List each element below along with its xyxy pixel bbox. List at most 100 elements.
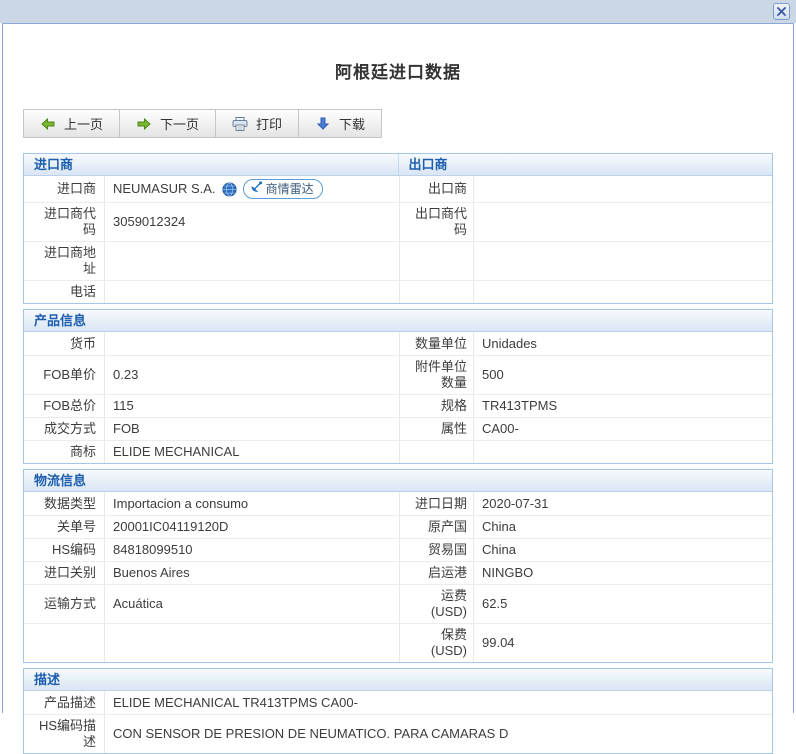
table-row: 进口商代码3059012324出口商代码 — [24, 202, 772, 241]
field-label: 进口关别 — [24, 562, 104, 584]
section-header-importer-exporter: 进口商出口商 — [24, 154, 772, 176]
field-label: 保费(USD) — [399, 624, 473, 662]
radar-icon — [250, 181, 263, 197]
sections-container: 进口商出口商进口商NEUMASUR S.A.商情雷达出口商进口商代码305901… — [3, 153, 793, 754]
section-logistics-info: 物流信息数据类型Importacion a consumo进口日期2020-07… — [23, 469, 773, 663]
field-label: 原产国 — [399, 516, 473, 538]
field-label: 进口日期 — [399, 492, 473, 515]
field-label: HS编码 — [24, 539, 104, 561]
table-row: FOB单价0.23附件单位数量500 — [24, 355, 772, 394]
field-label: FOB单价 — [24, 364, 104, 386]
field-value: 99.04 — [473, 624, 772, 662]
field-value — [104, 242, 399, 280]
field-label: 关单号 — [24, 516, 104, 538]
field-value: 115 — [104, 395, 399, 417]
field-label: 进口商代码 — [24, 203, 104, 241]
table-row: 货币数量单位Unidades — [24, 332, 772, 355]
toolbar-button-label: 上一页 — [64, 114, 103, 133]
field-value: 3059012324 — [104, 203, 399, 241]
toolbar-button-label: 下一页 — [160, 114, 199, 133]
field-value — [473, 242, 772, 280]
field-value: NEUMASUR S.A.商情雷达 — [104, 176, 399, 202]
section-product-info: 产品信息货币数量单位UnidadesFOB单价0.23附件单位数量500FOB总… — [23, 309, 773, 464]
toolbar-button-label: 下载 — [339, 114, 365, 133]
table-row: 进口商地址 — [24, 241, 772, 280]
table-row: 电话 — [24, 280, 772, 303]
table-row: 商标ELIDE MECHANICAL — [24, 440, 772, 463]
toolbar: 上一页 下一页打印 下载 — [23, 109, 793, 138]
field-label: 出口商 — [399, 176, 473, 202]
field-value: Buenos Aires — [104, 562, 399, 584]
toolbar-button-next-page[interactable]: 下一页 — [119, 109, 216, 138]
table-row: 产品描述ELIDE MECHANICAL TR413TPMS CA00- — [24, 691, 772, 714]
close-icon[interactable] — [773, 3, 790, 20]
field-value: 62.5 — [473, 585, 772, 623]
field-label: 产品描述 — [24, 692, 104, 714]
field-value: CON SENSOR DE PRESION DE NEUMATICO. PARA… — [104, 715, 772, 753]
section-header-description: 描述 — [24, 669, 772, 691]
field-value: 0.23 — [104, 356, 399, 394]
field-value: FOB — [104, 418, 399, 440]
toolbar-button-prev-page[interactable]: 上一页 — [23, 109, 120, 138]
field-value: China — [473, 516, 772, 538]
arrow-right-icon — [136, 118, 152, 130]
field-value: 2020-07-31 — [473, 492, 772, 515]
window-titlebar — [0, 0, 796, 23]
field-label: 电话 — [24, 281, 104, 303]
radar-badge-link[interactable]: 商情雷达 — [243, 179, 323, 199]
toolbar-button-print[interactable]: 打印 — [215, 109, 299, 138]
arrow-left-icon — [40, 118, 56, 130]
section-header-product-info: 产品信息 — [24, 310, 772, 332]
field-value: 500 — [473, 356, 772, 394]
field-value: NINGBO — [473, 562, 772, 584]
page-title: 阿根廷进口数据 — [3, 24, 793, 83]
field-label: 附件单位数量 — [399, 356, 473, 394]
table-row: 保费(USD)99.04 — [24, 623, 772, 662]
table-row: HS编码描述CON SENSOR DE PRESION DE NEUMATICO… — [24, 714, 772, 753]
field-label: 出口商代码 — [399, 203, 473, 241]
field-value: Unidades — [473, 332, 772, 355]
field-label: 运输方式 — [24, 593, 104, 615]
field-label: 数量单位 — [399, 332, 473, 355]
section-importer-exporter: 进口商出口商进口商NEUMASUR S.A.商情雷达出口商进口商代码305901… — [23, 153, 773, 304]
field-value: Acuática — [104, 585, 399, 623]
section-title: 产品信息 — [24, 310, 772, 331]
field-label: 商标 — [24, 441, 104, 463]
section-description: 描述产品描述ELIDE MECHANICAL TR413TPMS CA00-HS… — [23, 668, 773, 754]
field-label: 进口商地址 — [24, 242, 104, 280]
table-row: 成交方式FOB属性CA00- — [24, 417, 772, 440]
field-label: 贸易国 — [399, 539, 473, 561]
section-header-logistics-info: 物流信息 — [24, 470, 772, 492]
field-label: FOB总价 — [24, 395, 104, 417]
field-label: 成交方式 — [24, 418, 104, 440]
globe-icon[interactable] — [222, 182, 237, 197]
field-value: TR413TPMS — [473, 395, 772, 417]
table-row: FOB总价115规格TR413TPMS — [24, 394, 772, 417]
table-row: 关单号20001IC04119120D原产国China — [24, 515, 772, 538]
field-value: 84818099510 — [104, 539, 399, 561]
field-label: HS编码描述 — [24, 715, 104, 753]
radar-badge-label: 商情雷达 — [266, 181, 314, 197]
table-row: HS编码84818099510贸易国China — [24, 538, 772, 561]
field-value — [104, 624, 399, 662]
field-label: 属性 — [399, 418, 473, 440]
field-label — [399, 242, 473, 280]
field-value — [104, 281, 399, 303]
field-label — [399, 281, 473, 303]
toolbar-button-download[interactable]: 下载 — [298, 109, 382, 138]
table-row: 进口关别Buenos Aires启运港NINGBO — [24, 561, 772, 584]
field-label: 规格 — [399, 395, 473, 417]
field-value: China — [473, 539, 772, 561]
field-value: 20001IC04119120D — [104, 516, 399, 538]
field-value — [473, 281, 772, 303]
section-title: 出口商 — [398, 154, 773, 175]
field-value — [473, 441, 772, 463]
field-label: 进口商 — [24, 178, 104, 200]
table-row: 运输方式Acuática运费(USD)62.5 — [24, 584, 772, 623]
field-label: 启运港 — [399, 562, 473, 584]
field-value: Importacion a consumo — [104, 492, 399, 515]
field-label: 数据类型 — [24, 493, 104, 515]
dialog-panel: 阿根廷进口数据 上一页 下一页打印 下载 进口商出口商进口商NEUMASUR S.A… — [2, 23, 794, 713]
table-row: 数据类型Importacion a consumo进口日期2020-07-31 — [24, 492, 772, 515]
arrow-down-icon — [315, 117, 331, 130]
